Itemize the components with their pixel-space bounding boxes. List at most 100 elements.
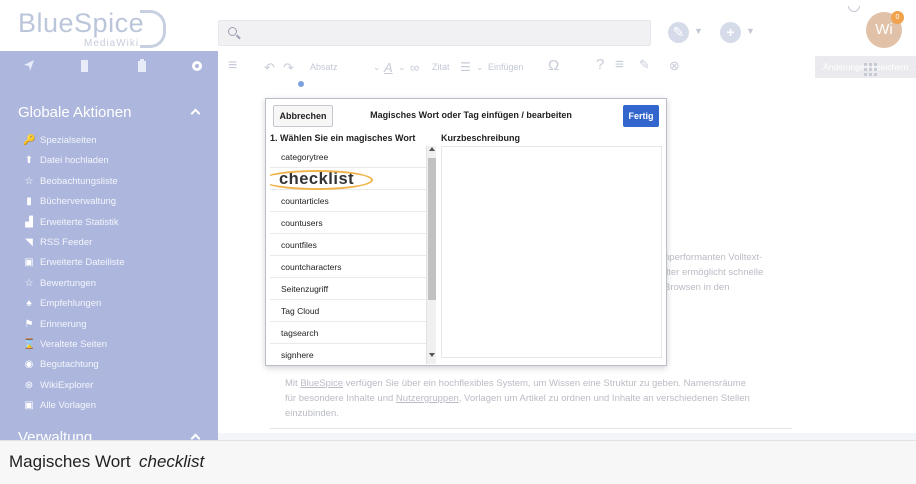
- eye-icon: ◉: [24, 359, 34, 371]
- sidebar-item[interactable]: ▮ Bücherverwaltung: [0, 192, 218, 212]
- menu-icon[interactable]: ≡: [228, 57, 237, 75]
- edit-mode-icon[interactable]: ✎: [639, 57, 650, 73]
- sidebar-item[interactable]: ▣ Erweiterte Dateiliste: [0, 253, 218, 273]
- scroll-up-arrow-icon[interactable]: [429, 147, 435, 151]
- gear-icon[interactable]: [190, 58, 204, 74]
- sidebar-item[interactable]: ☆ Bewertungen: [0, 274, 218, 294]
- chevron-down-icon[interactable]: ⌄: [398, 62, 406, 73]
- magic-word-list[interactable]: categorytree checklist countarticles countu…: [270, 146, 428, 364]
- magic-word-item[interactable]: countarticles: [270, 190, 428, 212]
- redo-icon[interactable]: ↷: [283, 60, 294, 76]
- sidebar-item[interactable]: ◉ Begutachtung: [0, 355, 218, 375]
- sidebar-item[interactable]: 🔑 Spezialseiten: [0, 131, 218, 151]
- bluespice-link[interactable]: BlueSpice: [300, 378, 343, 389]
- magic-word-item[interactable]: Seitenzugriff: [270, 278, 428, 300]
- sidebar-item[interactable]: ☆ Beobachtungsliste: [0, 172, 218, 192]
- magic-word-item[interactable]: tagsearch: [270, 322, 428, 344]
- list-scrollbar[interactable]: [426, 146, 436, 364]
- navigation-icon[interactable]: [22, 58, 36, 74]
- footer-strip: [218, 433, 916, 440]
- scrollbar-thumb[interactable]: [428, 158, 436, 300]
- sidebar-item[interactable]: ⊛ WikiExplorer: [0, 376, 218, 396]
- chevron-up-icon[interactable]: [190, 108, 201, 119]
- user-menu-toggle-icon[interactable]: [848, 6, 860, 12]
- magic-word-item[interactable]: categorytree: [270, 146, 428, 168]
- magic-word-label: Seitenzugriff: [281, 284, 329, 294]
- sidebar-toolbar: [0, 51, 218, 83]
- magic-word-item[interactable]: countcharacters: [270, 256, 428, 278]
- logo-subtitle: MediaWiki: [84, 38, 140, 49]
- paragraph-text: , Vorlagen um Artikel zu ordnen und Inha…: [458, 393, 750, 404]
- sidebar-item[interactable]: ⬆ Datei hochladen: [0, 151, 218, 171]
- sidebar-item-label: Spezialseiten: [40, 135, 97, 146]
- magic-word-item[interactable]: Tag Cloud: [270, 300, 428, 322]
- dialog-title: Magisches Wort oder Tag einfügen / bearb…: [370, 110, 572, 120]
- thumbs-up-icon: ♠: [26, 298, 32, 310]
- bluespice-logo[interactable]: BlueSpice MediaWiki: [18, 6, 228, 52]
- sidebar-item-label: Empfehlungen: [40, 298, 102, 310]
- sidebar-item-label: WikiExplorer: [40, 379, 94, 391]
- sidebar-item[interactable]: ♠ Empfehlungen: [0, 294, 218, 314]
- done-button[interactable]: Fertig: [623, 105, 659, 127]
- special-character-icon[interactable]: Ω: [548, 57, 559, 74]
- paragraph-text: für besondere Inhalte und: [285, 393, 396, 404]
- page-icon[interactable]: [78, 58, 92, 74]
- highlight-ellipse: [270, 170, 373, 190]
- sidebar-item[interactable]: ◥ RSS Feeder: [0, 233, 218, 253]
- star-outline-icon: ☆: [24, 277, 34, 289]
- sidebar-item[interactable]: ▟ Erweiterte Statistik: [0, 213, 218, 233]
- apps-grid-icon[interactable]: [864, 63, 878, 76]
- magic-word-label: categorytree: [281, 152, 329, 162]
- paragraph-text: einzubinden.: [285, 408, 339, 419]
- search-icon: [228, 27, 237, 36]
- magic-word-label: signhere: [281, 350, 314, 360]
- magic-word-item[interactable]: countfiles: [270, 234, 428, 256]
- sidebar-item[interactable]: ▣ Alle Vorlagen: [0, 396, 218, 416]
- magic-word-item[interactable]: signhere: [270, 344, 428, 364]
- notification-badge[interactable]: 0: [891, 11, 904, 24]
- sidebar-item-label: RSS Feeder: [40, 236, 93, 248]
- search-input[interactable]: [218, 20, 651, 46]
- content-fragment: nperformanten Volltext-: [664, 252, 763, 263]
- chevron-down-icon[interactable]: ▼: [694, 26, 703, 36]
- magic-word-item[interactable]: countusers: [270, 212, 428, 234]
- chevron-down-icon[interactable]: ▼: [746, 26, 755, 36]
- sidebar-item[interactable]: ⚑ Erinnerung: [0, 315, 218, 335]
- magic-word-dialog: Abbrechen Magisches Wort oder Tag einfüg…: [265, 98, 667, 366]
- chevron-down-icon[interactable]: ⌄: [373, 62, 381, 73]
- format-dropdown[interactable]: Absatz: [310, 62, 338, 72]
- plus-icon: +: [726, 24, 735, 40]
- close-icon[interactable]: ⊗: [669, 58, 680, 74]
- rss-icon: ◥: [25, 236, 33, 248]
- undo-icon[interactable]: ↶: [264, 60, 275, 76]
- section-global-actions[interactable]: Globale Aktionen: [18, 104, 131, 121]
- content-paragraph: Mit BlueSpice verfügen Sie über ein hoch…: [285, 376, 805, 421]
- clipboard-icon[interactable]: [135, 58, 149, 74]
- content-fragment: Browsen in den: [664, 282, 730, 293]
- sidebar: Globale Aktionen 🔑 Spezialseiten ⬆ Datei ho…: [0, 51, 218, 440]
- user-groups-link[interactable]: Nutzergruppen: [396, 393, 459, 404]
- new-page-button[interactable]: +: [720, 22, 741, 43]
- edit-menu-button[interactable]: ✎: [668, 22, 689, 43]
- magic-word-label: countcharacters: [281, 262, 342, 272]
- caption-emphasis: checklist: [139, 452, 205, 471]
- cancel-button[interactable]: Abbrechen: [273, 105, 333, 127]
- list-icon[interactable]: ☰: [460, 60, 471, 74]
- logo-version-mark: [140, 10, 166, 48]
- section-administration[interactable]: Verwaltung: [18, 429, 92, 440]
- link-icon[interactable]: ∞: [410, 60, 419, 75]
- sidebar-item[interactable]: ⌛ Veraltete Seiten: [0, 335, 218, 355]
- screenshot-root: BlueSpice MediaWiki ✎ ▼ + ▼ Wi 0 Globale…: [0, 0, 916, 484]
- description-panel: [441, 146, 662, 358]
- help-icon[interactable]: ?: [596, 56, 604, 73]
- page-options-icon[interactable]: ≡: [615, 56, 624, 73]
- chevron-down-icon[interactable]: ⌄: [476, 62, 484, 73]
- cite-dropdown[interactable]: Zitat: [432, 62, 450, 72]
- magic-word-item[interactable]: checklist: [270, 168, 428, 190]
- avatar[interactable]: Wi 0: [866, 11, 904, 48]
- text-style-icon[interactable]: A: [384, 60, 393, 75]
- insert-dropdown[interactable]: Einfügen: [488, 62, 524, 72]
- cursor-indicator: [298, 81, 304, 87]
- scroll-down-arrow-icon[interactable]: [429, 353, 435, 357]
- paragraph-text: Mit: [285, 378, 301, 389]
